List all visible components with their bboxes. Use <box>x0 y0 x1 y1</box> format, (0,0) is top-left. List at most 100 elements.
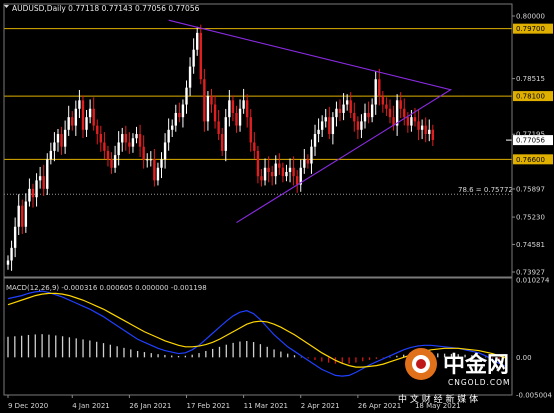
y-tick-label: 0.80000 <box>516 13 545 21</box>
candle-body <box>270 171 274 177</box>
y-tick-label: 0.77195 <box>516 131 545 139</box>
candle-body <box>306 159 310 164</box>
candle-body <box>71 117 74 126</box>
x-tick-label: 2 Apr 2021 <box>301 402 340 410</box>
candle-body <box>113 155 117 168</box>
candle-body <box>345 100 349 105</box>
candle-body <box>245 100 249 118</box>
candle-body <box>103 142 106 151</box>
y-tick-label: 0.74581 <box>516 241 545 249</box>
candle-body <box>303 159 306 168</box>
candle-body <box>431 129 435 140</box>
trading-chart: 0.797000.781000.7660078.6 = 0.757720.770… <box>0 0 554 413</box>
candle-body <box>203 79 206 122</box>
candle-body <box>428 129 431 135</box>
candle-body <box>149 159 152 161</box>
x-tick-label: 26 Jan 2021 <box>129 402 171 410</box>
chart-title: AUDUSD,Daily 0.77118 0.77143 0.77056 0.7… <box>12 4 200 13</box>
y-tick-label: 0.78515 <box>516 75 545 83</box>
x-tick-label: 26 Apr 2021 <box>358 402 401 410</box>
candle-body <box>85 117 88 130</box>
candle-body <box>320 121 324 130</box>
candle-body <box>378 79 381 97</box>
fib-level-label: 78.6 = 0.75772 <box>458 186 513 194</box>
watermark-slogan: 中 文 财 经 新 媒 体 <box>398 393 478 405</box>
y-tick-label: 0.75897 <box>516 185 545 193</box>
candle-body <box>335 108 338 118</box>
candle-body <box>42 176 45 189</box>
candle-body <box>278 163 281 168</box>
candle-body <box>420 125 424 130</box>
candle-body <box>74 108 78 126</box>
candle-body <box>328 117 331 135</box>
candle-body <box>267 167 270 172</box>
candle-body <box>117 142 120 156</box>
x-tick-label: 4 Jan 2021 <box>72 402 110 410</box>
candle-body <box>163 142 167 160</box>
candle-body <box>406 117 410 126</box>
candle-body <box>324 117 327 122</box>
candle-body <box>171 125 174 130</box>
watermark-name: 中金网 <box>443 352 509 378</box>
level-price-label: 0.79700 <box>516 25 545 33</box>
y-tick-label: 0.73927 <box>516 269 545 277</box>
candle-body <box>353 112 356 122</box>
candle-body <box>399 100 402 109</box>
candle-body <box>156 167 160 181</box>
candle-body <box>146 159 149 161</box>
candle-body <box>210 96 213 105</box>
candle-body <box>288 167 292 172</box>
candle-body <box>285 171 288 177</box>
candle-body <box>413 117 417 122</box>
candle-body <box>374 79 377 105</box>
candle-body <box>67 117 70 130</box>
candle-body <box>192 49 195 67</box>
x-tick-label: 9 Dec 2020 <box>8 402 48 410</box>
candle-body <box>331 117 335 135</box>
candle-body <box>153 159 156 181</box>
candle-body <box>317 129 320 135</box>
macd-y-tick-label: 0.010274 <box>516 277 550 285</box>
candle-body <box>106 150 110 160</box>
watermark-logo-core-icon <box>416 359 426 369</box>
watermark-url: CNGOLD.COM <box>448 378 511 387</box>
candle-body <box>128 142 131 147</box>
candle-body <box>196 32 199 50</box>
candle-body <box>121 134 124 143</box>
candle-body <box>231 100 235 113</box>
candle-body <box>235 112 238 126</box>
level-price-label: 0.78100 <box>516 93 545 101</box>
candle-body <box>263 167 267 181</box>
candle-body <box>292 167 295 177</box>
candle-body <box>224 117 227 151</box>
candle-body <box>185 87 188 105</box>
candle-body <box>410 117 413 126</box>
candle-body <box>78 100 81 109</box>
candle-body <box>256 150 260 177</box>
candle-body <box>13 226 17 248</box>
candle-body <box>253 142 256 151</box>
candle-body <box>56 134 60 143</box>
candle-body <box>238 108 242 126</box>
candle-body <box>370 104 374 118</box>
candle-body <box>274 163 277 177</box>
candle-body <box>131 138 135 147</box>
candle-body <box>360 121 363 130</box>
candle-body <box>142 146 145 160</box>
candle-body <box>349 100 352 113</box>
candle-body <box>417 121 420 130</box>
candle-body <box>221 134 224 151</box>
candle-body <box>228 100 231 118</box>
candle-body <box>188 66 192 88</box>
candle-body <box>388 108 392 118</box>
candle-body <box>367 112 370 118</box>
candle-body <box>110 159 113 168</box>
y-tick-label: 0.75230 <box>516 214 545 222</box>
candle-body <box>217 121 220 135</box>
candle-body <box>31 188 35 198</box>
candle-body <box>199 32 202 80</box>
candle-body <box>310 146 313 164</box>
candle-body <box>46 159 49 189</box>
candle-body <box>356 121 360 130</box>
candle-body <box>10 247 13 261</box>
